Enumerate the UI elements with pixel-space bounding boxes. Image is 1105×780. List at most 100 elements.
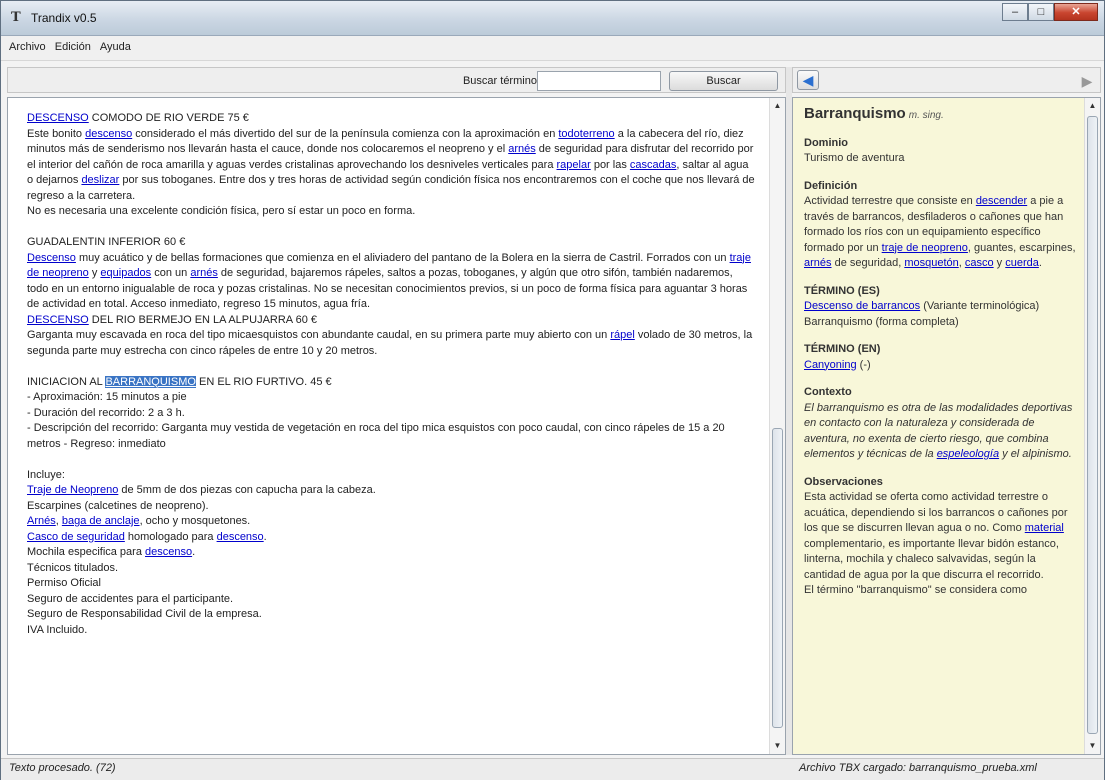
term-link[interactable]: DESCENSO <box>27 112 89 124</box>
title-bar[interactable]: T Trandix v0.5 – □ ✕ <box>1 1 1104 36</box>
term-link[interactable]: Casco de seguridad <box>27 531 125 543</box>
text: Este bonito <box>27 127 86 140</box>
menu-archivo[interactable]: Archivo <box>6 41 49 53</box>
term-content: Barranquismo m. sing. Dominio Turismo de… <box>804 106 1080 599</box>
text: No es necesaria una excelente condición … <box>27 205 416 217</box>
term-link[interactable]: Traje de Neopreno <box>27 484 118 496</box>
term-link[interactable]: arnés <box>804 257 832 269</box>
document-text: DESCENSO COMODO DE RIO VERDE 75 € Este bo… <box>27 111 755 638</box>
text: y <box>993 257 1006 269</box>
text: considerado el más divertido del sur de … <box>132 127 559 140</box>
text: Técnicos titulados. <box>27 561 119 574</box>
text: Barranquismo (forma completa) <box>804 315 959 328</box>
text: - Duración del recorrido: 2 a 3 h. <box>27 406 185 419</box>
term-en: Canyoning (-) <box>804 358 1080 374</box>
document-scrollbar[interactable]: ▲ ▼ <box>769 98 785 754</box>
term-link[interactable]: cuerda <box>1005 257 1039 269</box>
text: - Aproximación: 15 minutos a pie <box>27 391 187 403</box>
search-bar: Buscar término: Buscar <box>7 67 786 93</box>
scroll-up-icon[interactable]: ▲ <box>770 98 785 114</box>
term-link[interactable]: Descenso de barrancos <box>804 300 920 312</box>
term-link[interactable]: Descenso <box>27 252 76 264</box>
text: Permiso Oficial <box>27 577 101 589</box>
term-title: Barranquismo <box>804 105 906 122</box>
text: - Descripción del recorrido: Garganta mu… <box>27 422 725 450</box>
text: GUADALENTIN INFERIOR 60 € <box>27 236 186 248</box>
text: Incluye: <box>27 468 65 481</box>
menu-ayuda[interactable]: Ayuda <box>97 41 134 53</box>
arrow-right-icon: ▶ <box>1081 73 1093 89</box>
text: . <box>263 530 267 543</box>
term-link[interactable]: arnés <box>190 267 218 279</box>
text: , ocho y mosquetones. <box>139 515 251 527</box>
text: COMODO DE RIO VERDE 75 € <box>88 112 249 124</box>
text: Garganta muy escavada en roca del tipo m… <box>27 329 611 341</box>
term-link[interactable]: todoterreno <box>558 128 614 140</box>
term-es: Descenso de barrancos (Variante terminol… <box>804 299 1080 330</box>
forward-button[interactable]: ▶ <box>1080 71 1094 91</box>
text: INICIACION AL <box>27 375 106 388</box>
text: El término "barranquismo" se considera c… <box>804 584 1028 596</box>
search-button[interactable]: Buscar <box>669 71 778 91</box>
term-link[interactable]: cascadas <box>630 159 676 171</box>
observations-text: Esta actividad se oferta como actividad … <box>804 490 1080 599</box>
section-heading: Observaciones <box>804 475 883 488</box>
text: por sus toboganes. Entre dos y tres hora… <box>27 174 755 202</box>
search-input[interactable] <box>537 71 661 91</box>
text: Actividad terrestre que consiste en <box>804 195 976 207</box>
scroll-down-icon[interactable]: ▼ <box>770 738 785 754</box>
terminology-pane: ◀ ▶ Barranquismo m. sing. Dominio Turism… <box>792 67 1101 755</box>
text: y el alpinismo. <box>999 448 1072 460</box>
text: muy acuático y de bellas formaciones que… <box>75 251 730 264</box>
term-link[interactable]: baga de anclaje <box>62 515 140 527</box>
term-grammar: m. sing. <box>908 110 944 121</box>
term-link[interactable]: rapelar <box>557 159 591 171</box>
search-label: Buscar término: <box>462 75 540 87</box>
app-window: T Trandix v0.5 – □ ✕ Archivo Edición Ayu… <box>0 0 1105 780</box>
document-pane: Buscar término: Buscar DESCENSO COMODO D… <box>7 67 786 755</box>
term-link[interactable]: equipados <box>100 267 151 279</box>
term-link[interactable]: mosquetón <box>904 257 958 269</box>
menu-edicion[interactable]: Edición <box>52 41 94 53</box>
term-link[interactable]: descenso <box>145 546 192 558</box>
scroll-up-icon[interactable]: ▲ <box>1085 98 1100 114</box>
status-file-loaded: Archivo TBX cargado: barranquismo_prueba… <box>799 762 1037 774</box>
document-text-area[interactable]: DESCENSO COMODO DE RIO VERDE 75 € Este bo… <box>7 97 786 755</box>
text: (-) <box>856 358 871 371</box>
section-heading: TÉRMINO (ES) <box>804 284 880 297</box>
back-button[interactable]: ◀ <box>797 70 819 90</box>
status-processed: Texto procesado. (72) <box>9 762 116 774</box>
term-link[interactable]: traje de neopreno <box>882 242 968 254</box>
term-link[interactable]: espeleología <box>937 448 999 460</box>
text: y <box>88 267 101 279</box>
term-link[interactable]: rápel <box>610 329 634 341</box>
selected-term[interactable]: BARRANQUISMO <box>105 375 196 388</box>
term-link[interactable]: casco <box>965 257 994 269</box>
minimize-button[interactable]: – <box>1002 3 1028 21</box>
section-heading: Contexto <box>804 386 852 398</box>
term-scrollbar[interactable]: ▲ ▼ <box>1084 98 1100 754</box>
term-link[interactable]: descender <box>976 195 1027 207</box>
scroll-thumb[interactable] <box>772 428 783 728</box>
term-link[interactable]: arnés <box>508 143 536 155</box>
text: DEL RIO BERMEJO EN LA ALPUJARRA 60 € <box>88 313 317 326</box>
text: EN EL RIO FURTIVO. 45 € <box>195 375 332 388</box>
term-link[interactable]: material <box>1025 522 1064 534</box>
term-link[interactable]: Arnés <box>27 515 56 527</box>
text: (Variante terminológica) <box>920 300 1040 312</box>
status-bar: Texto procesado. (72) Archivo TBX cargad… <box>1 758 1104 780</box>
scroll-thumb[interactable] <box>1087 116 1098 734</box>
text: . <box>1038 257 1042 269</box>
term-link[interactable]: descenso <box>85 128 132 140</box>
paragraph-rio-verde: DESCENSO COMODO DE RIO VERDE 75 € Este bo… <box>27 111 755 220</box>
term-card: Barranquismo m. sing. Dominio Turismo de… <box>792 97 1101 755</box>
term-link[interactable]: descenso <box>217 531 264 543</box>
term-link[interactable]: Canyoning <box>804 359 857 371</box>
term-link[interactable]: DESCENSO <box>27 314 89 326</box>
section-heading: Dominio <box>804 136 848 149</box>
maximize-button[interactable]: □ <box>1028 3 1054 21</box>
scroll-down-icon[interactable]: ▼ <box>1085 738 1100 754</box>
close-button[interactable]: ✕ <box>1054 3 1098 21</box>
term-nav-bar: ◀ ▶ <box>792 67 1101 93</box>
term-link[interactable]: deslizar <box>81 174 119 186</box>
